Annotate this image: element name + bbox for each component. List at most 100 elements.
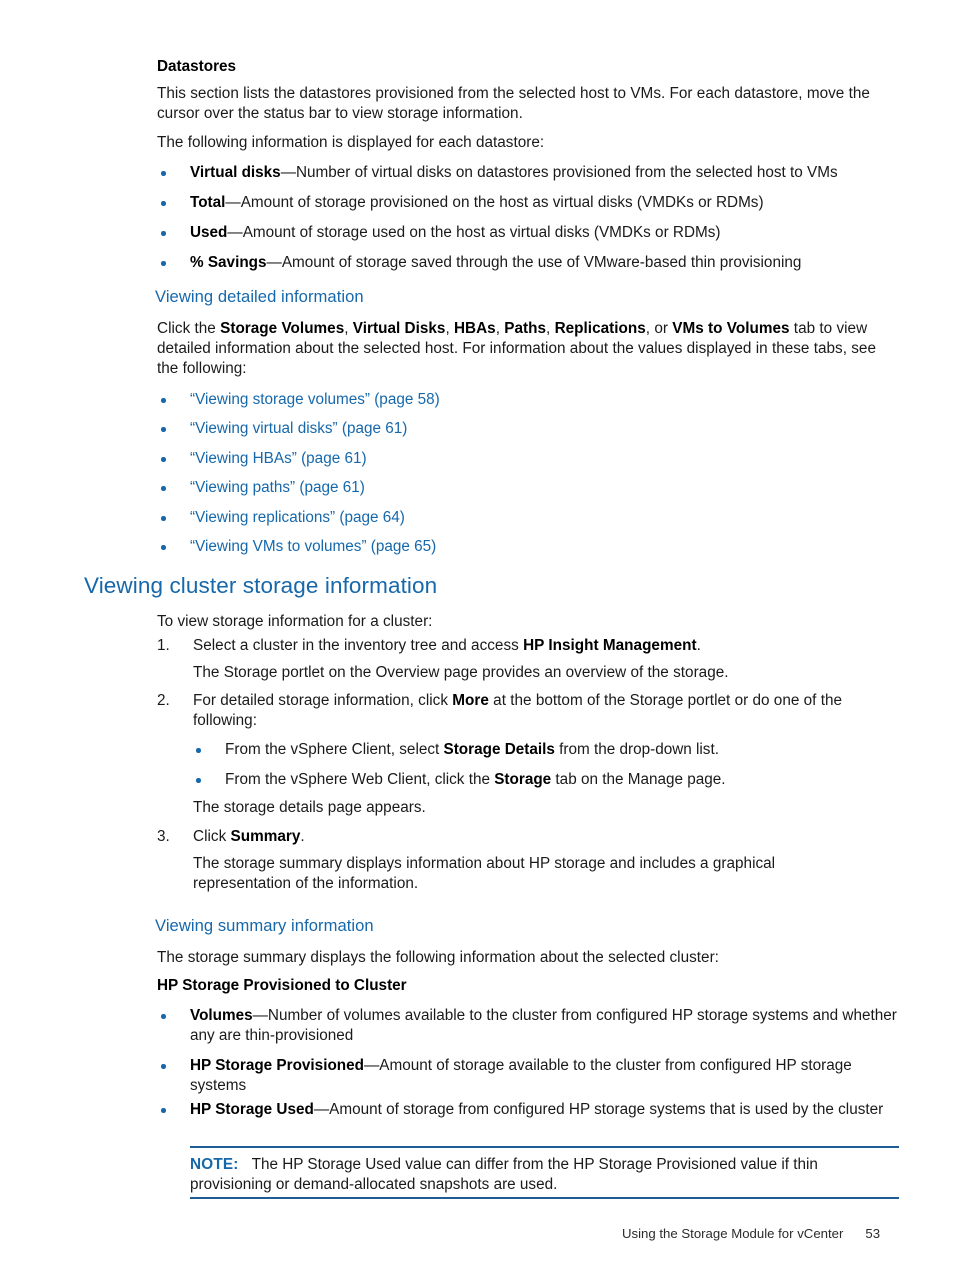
- tab-name-storage-volumes: Storage Volumes: [220, 320, 345, 337]
- step-marker: 2.: [157, 692, 170, 709]
- bullet-icon: [161, 1108, 166, 1113]
- list-item-desc: Amount of storage used on the host as vi…: [242, 224, 721, 241]
- page-title: Viewing cluster storage information: [84, 573, 438, 598]
- bullet-icon: [161, 261, 166, 266]
- note-box: NOTE: The HP Storage Used value can diffe…: [190, 1155, 899, 1196]
- step-3-text-after: .: [300, 828, 305, 845]
- cross-reference-link[interactable]: “Viewing HBAs” (page 61): [190, 449, 899, 469]
- note-bottom-rule: [190, 1197, 899, 1199]
- list-item: HP Storage Used—Amount of storage from c…: [157, 1100, 899, 1120]
- tab-name-virtual-disks: Virtual Disks: [352, 320, 446, 337]
- list-item-desc: Amount of storage saved through the use …: [281, 254, 802, 271]
- sub-bullet-text-before: From the vSphere Web Client, click the: [225, 771, 495, 788]
- datastores-intro-paragraph: This section lists the datastores provis…: [157, 85, 870, 123]
- list-item-dash: —: [266, 254, 282, 271]
- page-footer: Using the Storage Module for vCenter 53: [622, 1225, 880, 1242]
- list-item-term: Volumes: [190, 1007, 253, 1024]
- cross-reference-link[interactable]: “Viewing paths” (page 61): [190, 478, 899, 498]
- step-2-text: For detailed storage information, click …: [193, 691, 899, 731]
- list-item-dash: —: [280, 164, 296, 181]
- cross-reference-link[interactable]: “Viewing VMs to volumes” (page 65): [190, 537, 899, 557]
- bullet-icon: [161, 457, 166, 462]
- cross-reference-link[interactable]: “Viewing replications” (page 64): [190, 508, 899, 528]
- list-item-term: % Savings: [190, 254, 267, 271]
- bullet-icon: [161, 1064, 166, 1069]
- tab-name-vms-to-volumes: VMs to Volumes: [672, 320, 790, 337]
- list-item-term: Virtual disks: [190, 164, 281, 181]
- bullet-icon: [161, 171, 166, 176]
- list-item-desc: Number of virtual disks on datastores pr…: [296, 164, 838, 181]
- summary-intro: The storage summary displays the followi…: [157, 949, 719, 966]
- bullet-icon: [161, 545, 166, 550]
- list-item: “Viewing VMs to volumes” (page 65): [157, 537, 899, 557]
- list-item: Used—Amount of storage used on the host …: [157, 223, 899, 243]
- page-number: 53: [865, 1226, 881, 1241]
- paragraph-prefix: Click the: [157, 320, 221, 337]
- bullet-icon: [161, 231, 166, 236]
- list-item: Volumes—Number of volumes available to t…: [157, 1006, 899, 1047]
- footer-title: Using the Storage Module for vCenter: [622, 1226, 844, 1241]
- cluster-leadin: To view storage information for a cluste…: [157, 613, 433, 630]
- list-item: “Viewing HBAs” (page 61): [157, 449, 899, 469]
- viewing-summary-information-heading: Viewing summary information: [155, 916, 374, 935]
- list-item-dash: —: [363, 1057, 380, 1074]
- list-item-desc: Number of volumes available to the clust…: [190, 1007, 897, 1045]
- bullet-icon: [161, 427, 166, 432]
- list-item-dash: —: [313, 1101, 330, 1118]
- viewing-detailed-information-heading: Viewing detailed information: [155, 287, 364, 306]
- sub-bullet-bold: Storage Details: [443, 741, 555, 758]
- list-item-dash: —: [252, 1007, 268, 1024]
- note-label: NOTE:: [190, 1156, 239, 1173]
- sub-bullet-text-after: from the drop-down list.: [554, 741, 719, 758]
- viewing-detailed-paragraph: Click the Storage Volumes, Virtual Disks…: [157, 320, 876, 378]
- list-item: From the vSphere Client, select Storage …: [193, 740, 899, 760]
- note-text: The HP Storage Used value can differ fro…: [190, 1156, 818, 1194]
- step-2-bold: More: [452, 692, 489, 709]
- bullet-icon: [161, 486, 166, 491]
- list-item: “Viewing storage volumes” (page 58): [157, 390, 899, 410]
- step-marker: 3.: [157, 828, 170, 845]
- list-item: “Viewing virtual disks” (page 61): [157, 419, 899, 439]
- step-1-result: The Storage portlet on the Overview page…: [193, 664, 729, 681]
- step-2-text-before: For detailed storage information, click: [193, 692, 453, 709]
- list-item: % Savings—Amount of storage saved throug…: [157, 253, 899, 273]
- step-3-bold: Summary: [230, 828, 301, 845]
- datastores-leadin: The following information is displayed f…: [157, 134, 545, 151]
- list-item-term: Total: [190, 194, 226, 211]
- datastores-heading: Datastores: [157, 58, 237, 75]
- document-page: Datastores This section lists the datast…: [0, 0, 954, 1271]
- step-1-text-before: Select a cluster in the inventory tree a…: [193, 637, 524, 654]
- cross-reference-link[interactable]: “Viewing storage volumes” (page 58): [190, 390, 899, 410]
- list-item-term: HP Storage Used: [190, 1101, 314, 1118]
- tab-name-replications: Replications: [554, 320, 646, 337]
- list-item-term: Used: [190, 224, 228, 241]
- sub-bullet-text-before: From the vSphere Client, select: [225, 741, 444, 758]
- step-2-result: The storage details page appears.: [193, 799, 426, 816]
- step-1-text: Select a cluster in the inventory tree a…: [193, 636, 899, 656]
- sub-bullet-text-after: tab on the Manage page.: [551, 771, 726, 788]
- sub-bullet-bold: Storage: [494, 771, 552, 788]
- bullet-icon: [161, 398, 166, 403]
- step-3-result: The storage summary displays information…: [193, 855, 776, 893]
- list-item: From the vSphere Web Client, click the S…: [193, 770, 899, 790]
- bullet-icon: [196, 748, 201, 753]
- tab-name-hbas: HBAs: [453, 320, 496, 337]
- list-item-term: HP Storage Provisioned: [190, 1057, 364, 1074]
- bullet-icon: [161, 1014, 166, 1019]
- hp-storage-provisioned-subheading: HP Storage Provisioned to Cluster: [157, 977, 407, 994]
- cross-reference-link[interactable]: “Viewing virtual disks” (page 61): [190, 419, 899, 439]
- step-3-text-before: Click: [193, 828, 231, 845]
- list-item-desc: Amount of storage provisioned on the hos…: [240, 194, 764, 211]
- bullet-icon: [196, 778, 201, 783]
- bullet-icon: [161, 516, 166, 521]
- list-item: Virtual disks—Number of virtual disks on…: [157, 163, 899, 183]
- step-marker: 1.: [157, 637, 170, 654]
- list-item: “Viewing replications” (page 64): [157, 508, 899, 528]
- step-1-bold: HP Insight Management: [523, 637, 697, 654]
- list-item-desc: Amount of storage from configured HP sto…: [329, 1101, 884, 1118]
- list-item: “Viewing paths” (page 61): [157, 478, 899, 498]
- list-item: HP Storage Provisioned—Amount of storage…: [157, 1056, 899, 1097]
- list-item-dash: —: [225, 194, 241, 211]
- note-top-rule: [190, 1146, 899, 1148]
- list-item: Total—Amount of storage provisioned on t…: [157, 193, 899, 213]
